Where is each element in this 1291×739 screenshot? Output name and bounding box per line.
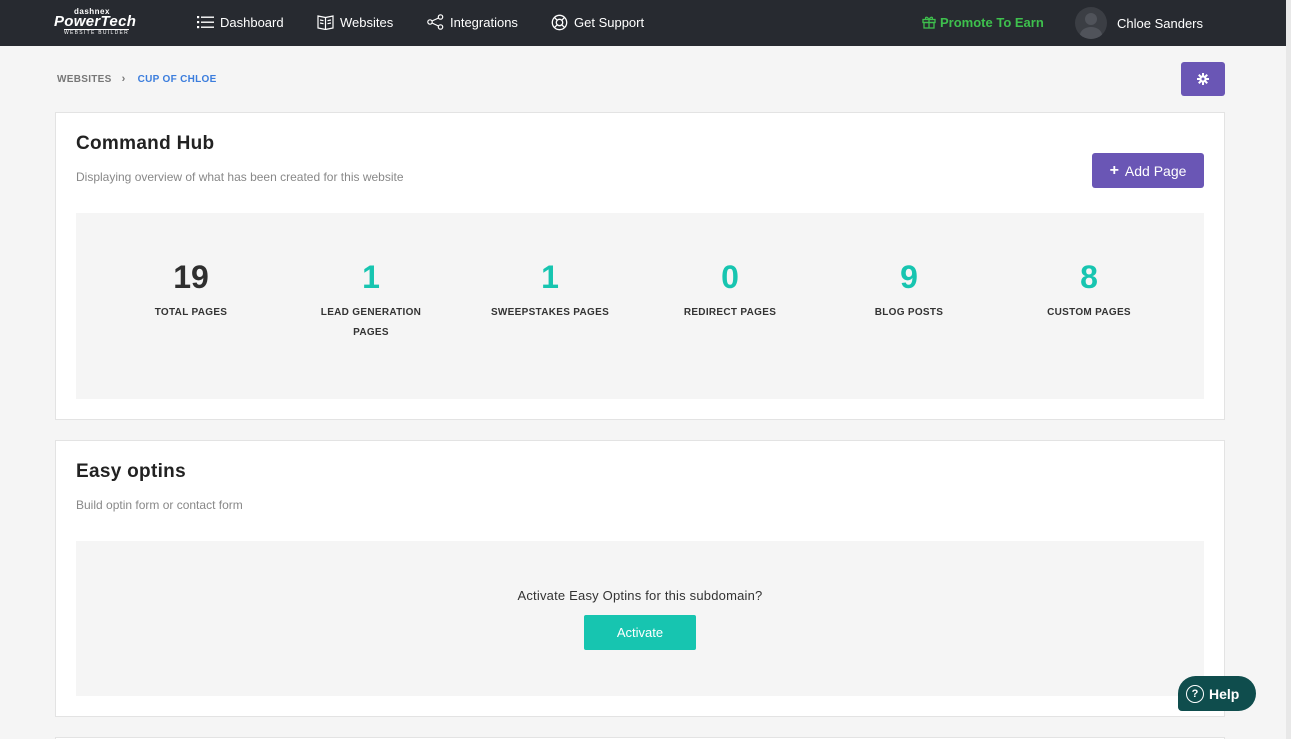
nav-websites-label: Websites (340, 14, 394, 30)
activate-button[interactable]: Activate (584, 615, 696, 650)
nav-get-support-label: Get Support (574, 14, 645, 30)
activate-question: Activate Easy Optins for this subdomain? (517, 588, 763, 603)
nav-integrations[interactable]: Integrations (427, 12, 518, 32)
avatar (1075, 7, 1107, 39)
easy-optins-card: Easy optins Build optin form or contact … (55, 440, 1225, 717)
add-page-label: Add Page (1124, 162, 1187, 179)
question-circle-icon: ? (1186, 684, 1204, 703)
command-hub-subtitle: Displaying overview of what has been cre… (76, 170, 404, 184)
breadcrumb-current: CUP OF CHLOE (137, 73, 217, 85)
plus-icon: + (1109, 161, 1119, 179)
command-hub-card: Command Hub Displaying overview of what … (55, 112, 1225, 420)
book-icon (317, 15, 334, 30)
help-button[interactable]: ? Help (1178, 676, 1256, 711)
nav-get-support[interactable]: Get Support (551, 12, 644, 32)
breadcrumb-websites[interactable]: WEBSITES (57, 74, 112, 85)
list-icon (197, 16, 214, 29)
stat-label: SWEEPSTAKES PAGES (490, 307, 610, 318)
stat-blog-posts[interactable]: 9 BLOG POSTS (834, 257, 984, 323)
promote-to-earn-link[interactable]: Promote To Earn (922, 12, 1044, 32)
stat-value: 9 (900, 259, 918, 295)
stat-label: CUSTOM PAGES (1047, 307, 1131, 318)
stat-redirect-pages[interactable]: 0 REDIRECT PAGES (655, 257, 805, 323)
logo-main-text: PowerTech (54, 13, 137, 30)
user-name: Chloe Sanders (1117, 15, 1203, 31)
nav-websites[interactable]: Websites (317, 12, 393, 32)
settings-button[interactable] (1181, 62, 1225, 96)
add-page-button[interactable]: + Add Page (1092, 153, 1204, 188)
easy-optins-panel: Activate Easy Optins for this subdomain?… (76, 541, 1204, 696)
stat-sweepstakes-pages[interactable]: 1 SWEEPSTAKES PAGES (475, 257, 625, 323)
top-navbar: dashnex PowerTech WEBSITE BUILDER Dashbo… (0, 0, 1286, 46)
breadcrumb: WEBSITES › CUP OF CHLOE (57, 73, 217, 85)
gift-icon (922, 16, 936, 29)
share-icon (427, 14, 444, 30)
stat-total-pages[interactable]: 19 TOTAL PAGES (116, 257, 266, 323)
stat-value: 8 (1080, 259, 1098, 295)
stat-value: 19 (173, 259, 209, 295)
page-scrollbar[interactable] (1286, 0, 1291, 739)
logo-sub-text: WEBSITE BUILDER (64, 29, 130, 36)
stat-label: TOTAL PAGES (154, 307, 228, 318)
easy-optins-title: Easy optins (76, 461, 186, 482)
stat-lead-generation-pages[interactable]: 1 LEAD GENERATION PAGES (296, 257, 446, 343)
lifebuoy-icon (551, 14, 568, 30)
stat-label: LEAD GENERATION PAGES (320, 307, 422, 338)
nav-dashboard[interactable]: Dashboard (197, 12, 284, 32)
command-hub-title: Command Hub (76, 133, 215, 154)
easy-optins-subtitle: Build optin form or contact form (76, 498, 243, 512)
logo[interactable]: dashnex PowerTech WEBSITE BUILDER (54, 7, 144, 37)
stat-value: 1 (362, 259, 380, 295)
stat-custom-pages[interactable]: 8 CUSTOM PAGES (1014, 257, 1164, 323)
gear-icon (1197, 73, 1209, 85)
stat-label: BLOG POSTS (874, 307, 944, 318)
stat-value: 0 (721, 259, 739, 295)
help-label: Help (1209, 685, 1240, 702)
stat-value: 1 (541, 259, 559, 295)
nav-dashboard-label: Dashboard (220, 14, 284, 30)
breadcrumb-chevron-icon: › (121, 73, 126, 85)
nav-integrations-label: Integrations (450, 14, 518, 30)
stat-label: REDIRECT PAGES (683, 307, 777, 318)
user-menu[interactable]: Chloe Sanders (1075, 7, 1203, 39)
stats-panel: 19 TOTAL PAGES 1 LEAD GENERATION PAGES 1… (76, 213, 1204, 399)
promote-to-earn-label: Promote To Earn (940, 14, 1044, 30)
